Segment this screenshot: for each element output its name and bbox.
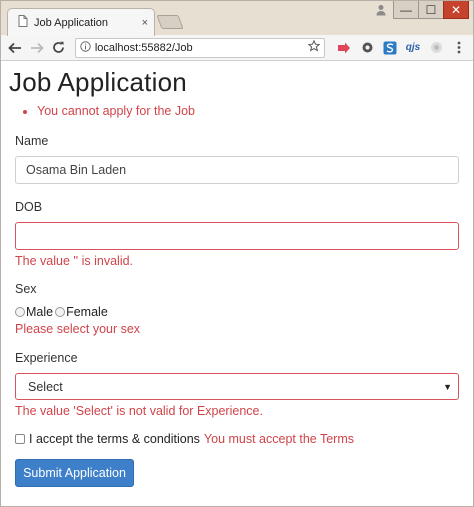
experience-selected-value: Select <box>28 379 63 394</box>
sex-radio-group: Male Female <box>15 305 459 319</box>
tab-title: Job Application <box>34 16 108 29</box>
experience-label: Experience <box>15 351 78 365</box>
browser-toolbar: qjs <box>1 35 473 61</box>
page-title: Job Application <box>9 67 187 97</box>
terms-checkbox[interactable] <box>15 434 25 444</box>
experience-select[interactable]: Select ▼ <box>15 373 459 400</box>
terms-row: I accept the terms & conditions You must… <box>15 432 459 446</box>
forward-arrow-icon[interactable] <box>27 38 47 58</box>
terms-label[interactable]: I accept the terms & conditions <box>29 432 200 446</box>
browser-window: Job Application × — ☐ ✕ localhost:55882/… <box>0 0 474 507</box>
tab-strip: Job Application × — ☐ ✕ <box>1 1 473 36</box>
name-input[interactable] <box>15 156 459 184</box>
ext-gear-icon[interactable] <box>357 38 377 58</box>
extensions: qjs <box>331 38 469 58</box>
reload-icon[interactable] <box>49 38 69 58</box>
terms-error: You must accept the Terms <box>203 432 355 446</box>
info-icon[interactable] <box>80 39 91 57</box>
validation-summary: You cannot apply for the Job <box>15 102 459 120</box>
bookmark-star-icon[interactable] <box>307 39 321 57</box>
radio-male[interactable] <box>15 307 25 317</box>
summary-error: You cannot apply for the Job <box>37 102 459 120</box>
tab-close-icon[interactable]: × <box>142 17 148 29</box>
dob-input[interactable] <box>15 222 459 250</box>
ext-qjs-icon[interactable]: qjs <box>403 38 423 58</box>
radio-female[interactable] <box>55 307 66 317</box>
page-icon <box>18 14 28 32</box>
minimize-icon[interactable]: — <box>393 1 419 19</box>
name-label: Name <box>15 134 49 148</box>
submit-application-button[interactable]: Submit Application <box>15 459 134 487</box>
menu-icon[interactable] <box>449 38 469 58</box>
maximize-icon[interactable]: ☐ <box>418 1 444 19</box>
ext-s-icon[interactable] <box>380 38 400 58</box>
profile-icon[interactable] <box>368 1 394 19</box>
back-arrow-icon[interactable] <box>5 38 25 58</box>
address-bar[interactable] <box>74 37 326 58</box>
dob-error: The value '' is invalid. <box>15 254 134 268</box>
url-input[interactable] <box>90 41 309 54</box>
sex-label: Sex <box>15 282 37 296</box>
ext-puzzle-icon[interactable] <box>426 38 446 58</box>
browser-tab[interactable]: Job Application × <box>7 8 155 36</box>
new-tab-button[interactable] <box>156 15 184 29</box>
close-window-icon[interactable]: ✕ <box>443 1 469 19</box>
radio-male-label[interactable]: Male <box>26 305 53 319</box>
dropdown-caret-icon: ▼ <box>443 381 452 392</box>
dob-label: DOB <box>15 200 43 214</box>
radio-female-label[interactable]: Female <box>66 305 108 319</box>
window-controls: — ☐ ✕ <box>368 1 469 19</box>
page-content: Job Application You cannot apply for the… <box>1 67 473 487</box>
ext-arrow-icon[interactable] <box>334 38 354 58</box>
sex-error: Please select your sex <box>15 322 141 336</box>
experience-error: The value 'Select' is not valid for Expe… <box>15 404 263 418</box>
